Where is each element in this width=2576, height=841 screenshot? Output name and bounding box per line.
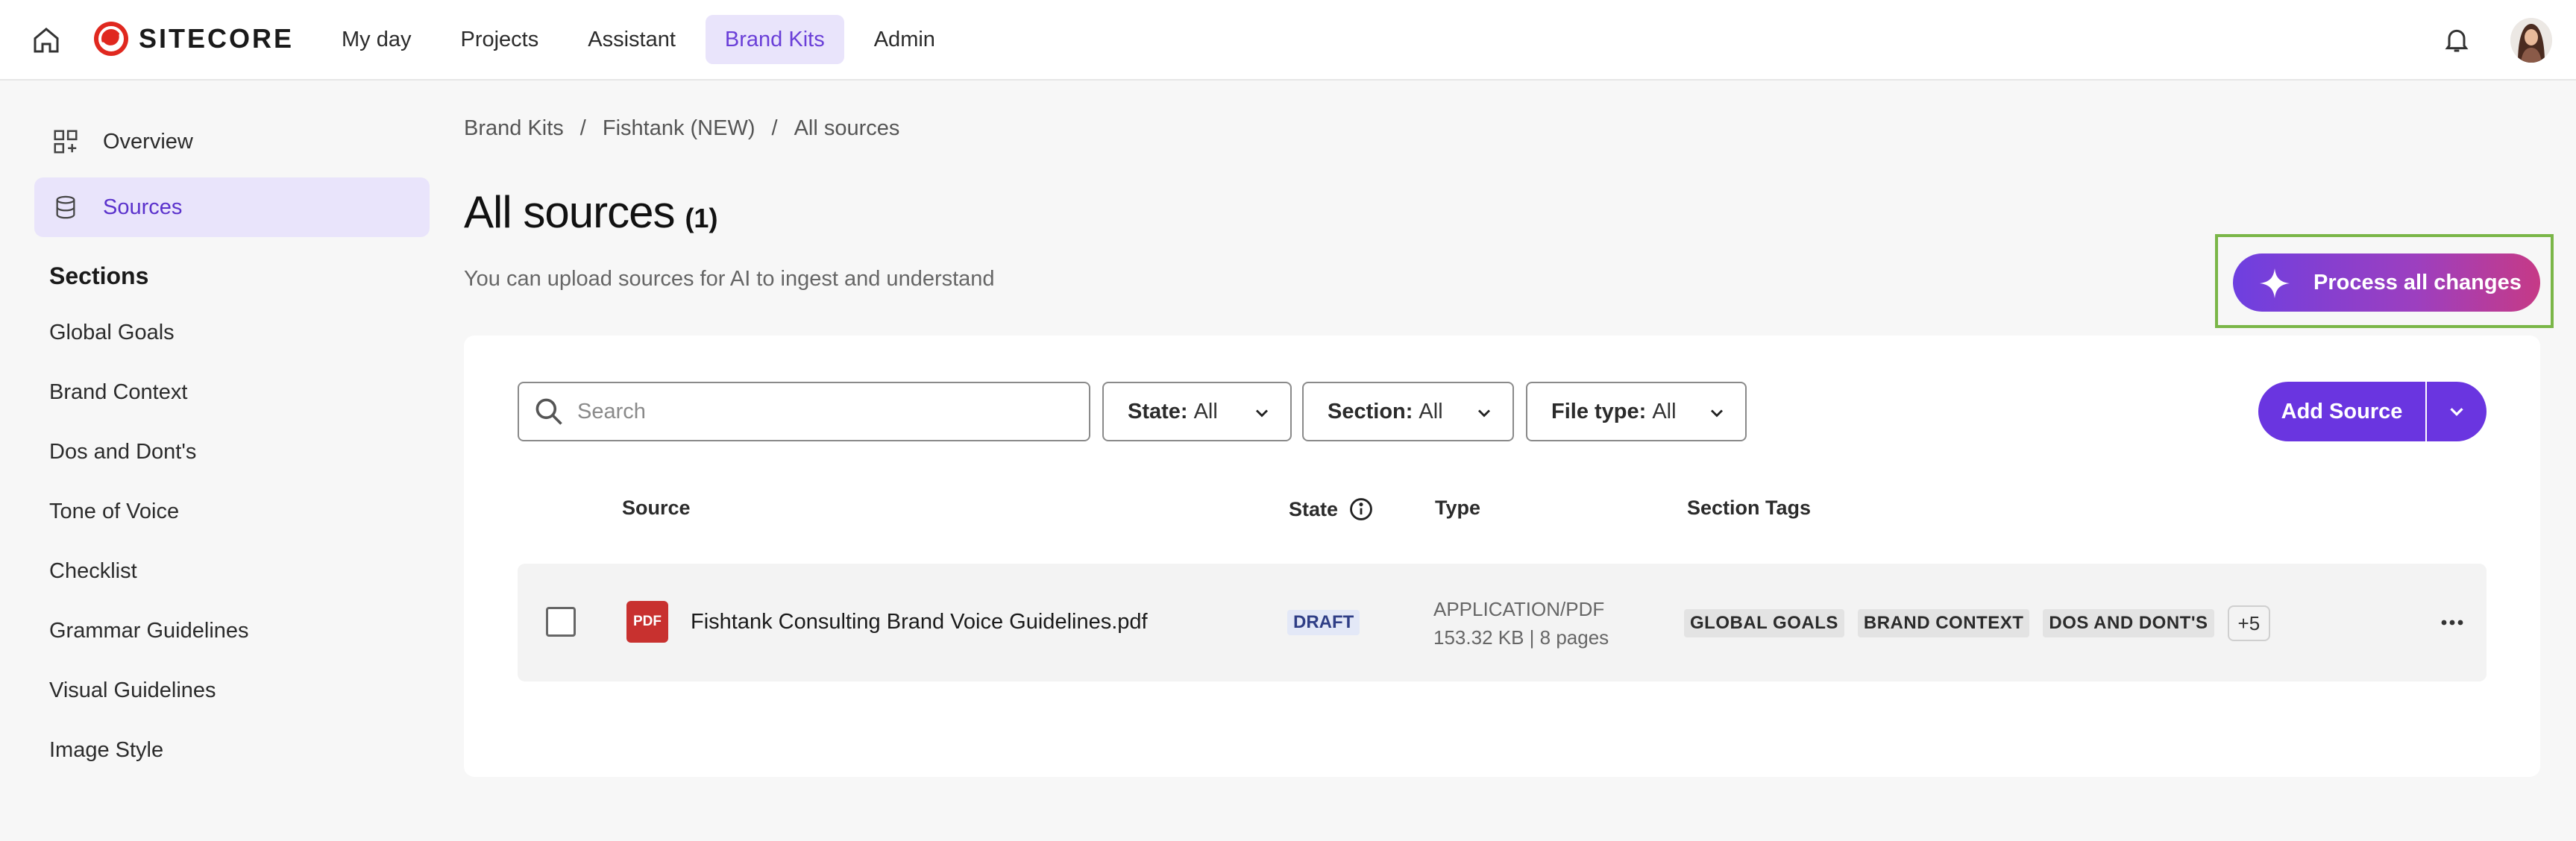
sitecore-logo-icon xyxy=(94,22,128,56)
breadcrumb-separator: / xyxy=(579,116,586,140)
section-tag: GLOBAL GOALS xyxy=(1684,609,1844,637)
bell-icon[interactable] xyxy=(2442,24,2472,55)
section-tag: BRAND CONTEXT xyxy=(1857,609,2030,637)
sidebar-item-sources[interactable]: Sources xyxy=(34,177,430,237)
sections-heading: Sections xyxy=(49,262,149,289)
section-link-tone-of-voice[interactable]: Tone of Voice xyxy=(34,490,430,549)
sparkle-icon xyxy=(2259,268,2290,299)
nav-admin[interactable]: Admin xyxy=(855,15,955,64)
avatar-image-icon xyxy=(2510,18,2552,63)
search-icon xyxy=(535,398,562,425)
section-link-image-style[interactable]: Image Style xyxy=(34,728,430,788)
column-header-section-tags: Section Tags xyxy=(1687,497,1812,519)
process-button-highlight: Process all changes xyxy=(2215,234,2554,328)
sidebar-item-label: Sources xyxy=(103,195,183,219)
column-header-label: State xyxy=(1289,497,1339,520)
breadcrumb-current: All sources xyxy=(794,116,900,140)
breadcrumb-separator: / xyxy=(771,116,778,140)
section-link-dos-and-donts[interactable]: Dos and Dont's xyxy=(34,430,430,490)
add-source-dropdown[interactable] xyxy=(2427,382,2487,441)
process-all-changes-button[interactable]: Process all changes xyxy=(2233,253,2540,312)
add-source-button[interactable]: Add Source xyxy=(2258,382,2427,441)
breadcrumb-fishtank[interactable]: Fishtank (NEW) xyxy=(603,116,755,141)
row-checkbox[interactable] xyxy=(546,607,576,637)
database-icon xyxy=(51,192,81,222)
info-icon[interactable] xyxy=(1348,497,1374,522)
column-header-source: Source xyxy=(622,497,691,519)
sidebar-item-label: Overview xyxy=(103,129,193,154)
search-box[interactable] xyxy=(518,382,1090,441)
breadcrumb: Brand Kits / Fishtank (NEW) / All source… xyxy=(464,116,899,141)
user-avatar[interactable] xyxy=(2510,18,2552,63)
source-count: (1) xyxy=(685,203,718,233)
section-tag: DOS AND DONT'S xyxy=(2043,609,2214,637)
grid-plus-icon xyxy=(51,127,81,157)
section-link-brand-context[interactable]: Brand Context xyxy=(34,371,430,430)
chevron-down-icon xyxy=(1478,409,1490,418)
filter-value: All xyxy=(1193,399,1218,423)
section-tags: GLOBAL GOALS BRAND CONTEXT DOS AND DONT'… xyxy=(1684,605,2271,641)
chevron-down-icon xyxy=(2450,408,2463,417)
sources-card: State: All Section: All File type: All A… xyxy=(464,336,2540,777)
nav-my-day[interactable]: My day xyxy=(322,15,430,64)
file-mime-type: APPLICATION/PDF xyxy=(1433,598,1605,620)
source-file-name[interactable]: Fishtank Consulting Brand Voice Guidelin… xyxy=(691,610,1148,634)
chevron-down-icon xyxy=(1711,409,1723,418)
sidebar-item-overview[interactable]: Overview xyxy=(34,112,430,171)
filter-value: All xyxy=(1652,399,1677,423)
home-icon[interactable] xyxy=(30,25,63,55)
sidebar: Overview Sources Sections Global Goals B… xyxy=(34,112,430,788)
file-type-info: APPLICATION/PDF 153.32 KB | 8 pages xyxy=(1433,595,1609,652)
main-nav: My day Projects Assistant Brand Kits Adm… xyxy=(322,15,955,64)
filter-label: State: xyxy=(1128,399,1188,423)
nav-assistant[interactable]: Assistant xyxy=(568,15,695,64)
nav-brand-kits[interactable]: Brand Kits xyxy=(705,15,844,64)
chevron-down-icon xyxy=(1256,409,1268,418)
section-link-checklist[interactable]: Checklist xyxy=(34,549,430,609)
filter-label: File type: xyxy=(1551,399,1647,423)
page-title: All sources (1) xyxy=(464,186,717,238)
section-link-grammar-guidelines[interactable]: Grammar Guidelines xyxy=(34,609,430,669)
column-header-state: State xyxy=(1289,497,1374,522)
more-options-icon[interactable] xyxy=(2437,611,2467,634)
sitecore-logo[interactable]: SITECORE xyxy=(92,19,294,58)
table-row[interactable]: PDF Fishtank Consulting Brand Voice Guid… xyxy=(518,564,2487,681)
section-link-visual-guidelines[interactable]: Visual Guidelines xyxy=(34,669,430,728)
pdf-file-icon: PDF xyxy=(626,601,668,643)
more-tags-button[interactable]: +5 xyxy=(2227,605,2271,641)
section-filter[interactable]: Section: All xyxy=(1302,382,1514,441)
breadcrumb-brand-kits[interactable]: Brand Kits xyxy=(464,116,564,141)
column-header-type: Type xyxy=(1435,497,1481,519)
top-bar: SITECORE My day Projects Assistant Brand… xyxy=(0,0,2576,81)
filter-value: All xyxy=(1419,399,1443,423)
logo-text: SITECORE xyxy=(139,23,295,54)
state-badge: DRAFT xyxy=(1287,610,1360,635)
page-subtitle: You can upload sources for AI to ingest … xyxy=(464,267,995,291)
nav-projects[interactable]: Projects xyxy=(441,15,558,64)
filter-label: Section: xyxy=(1328,399,1413,423)
section-link-global-goals[interactable]: Global Goals xyxy=(34,311,430,371)
process-button-label: Process all changes xyxy=(2313,270,2522,294)
file-type-filter[interactable]: File type: All xyxy=(1526,382,1747,441)
add-source-split-button: Add Source xyxy=(2258,382,2487,441)
search-input[interactable] xyxy=(577,399,1069,424)
state-filter[interactable]: State: All xyxy=(1102,382,1292,441)
page-title-text: All sources xyxy=(464,187,675,237)
file-meta: 153.32 KB | 8 pages xyxy=(1433,626,1609,649)
